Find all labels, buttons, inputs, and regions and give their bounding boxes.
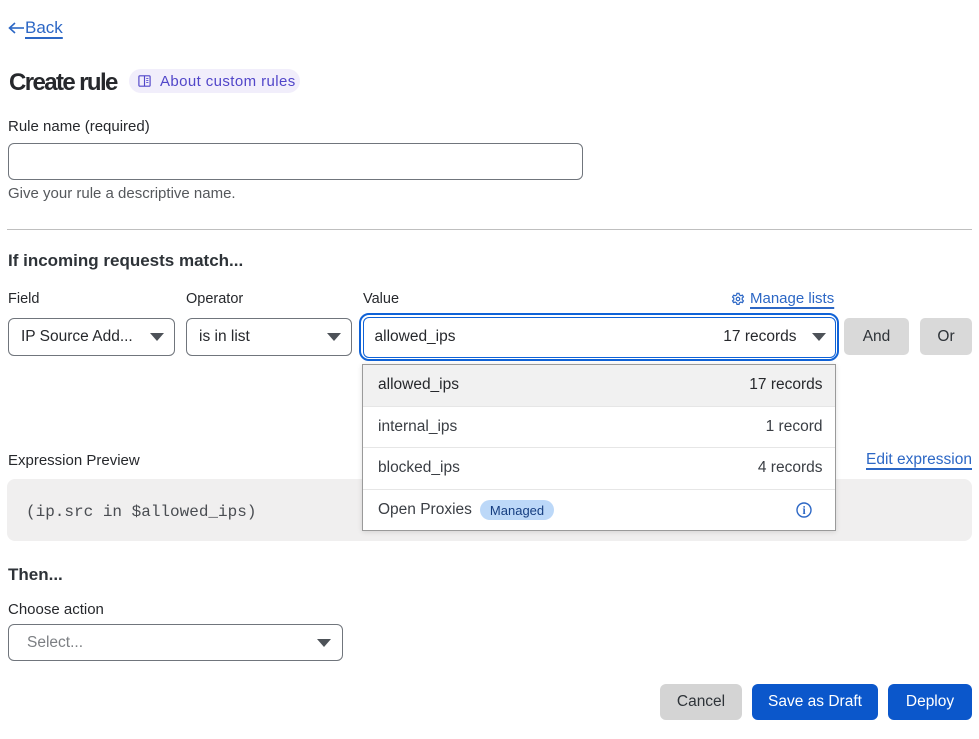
svg-text:i: i (802, 505, 806, 517)
